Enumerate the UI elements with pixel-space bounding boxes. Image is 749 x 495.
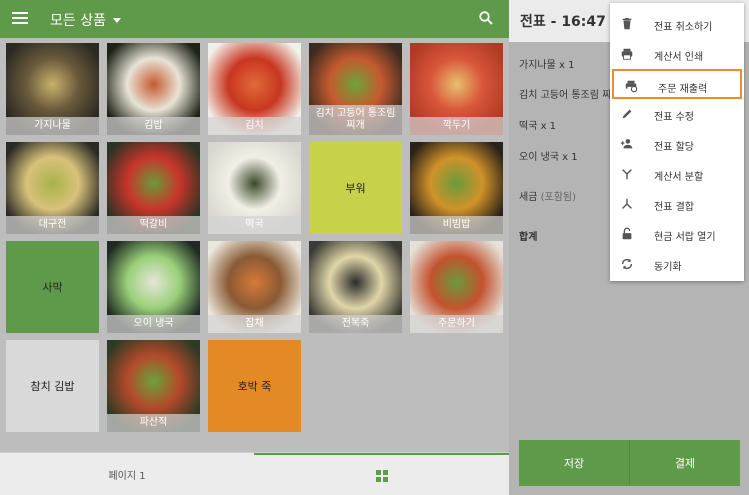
product-tile[interactable]: 호박 죽 — [208, 340, 301, 432]
product-tile-label: 주문하기 — [410, 315, 503, 333]
menu-item-label: 현금 서랍 열기 — [654, 232, 716, 243]
page-footer: 페이지 1 — [0, 452, 509, 495]
order-item[interactable]: 가지나물 x 1 — [519, 56, 574, 71]
category-label: 모든 상품 — [50, 13, 106, 29]
product-tile-label: 떡국 — [208, 216, 301, 234]
product-tile[interactable]: 깍두기 — [410, 43, 503, 135]
pencil-icon — [622, 109, 632, 119]
menu-item[interactable]: 전표 취소하기 — [610, 9, 744, 39]
save-button[interactable]: 저장 — [519, 440, 629, 486]
product-tile-label: 대구전 — [6, 216, 99, 234]
product-tile-label: 잡채 — [208, 315, 301, 333]
menu-item-label: 주문 재출력 — [658, 84, 708, 95]
menu-item[interactable]: 동기화 — [610, 249, 744, 279]
total-row: 합계 — [519, 228, 537, 243]
tab-page-1[interactable]: 페이지 1 — [0, 453, 254, 495]
menu-item[interactable]: 전표 할당 — [610, 129, 744, 159]
top-app-bar: 모든 상품 — [0, 0, 509, 38]
page-tab-label: 페이지 1 — [108, 471, 146, 482]
product-tile-label: 가지나물 — [6, 117, 99, 135]
assign-person-icon — [620, 139, 633, 149]
order-item[interactable]: 떡국 x 1 — [519, 117, 556, 132]
trash-icon — [622, 17, 632, 30]
product-tile-label: 부워 — [345, 182, 366, 195]
product-tile-label: 김치 — [208, 117, 301, 135]
tax-note: (포함됨) — [540, 192, 576, 203]
category-dropdown[interactable]: 모든 상품 — [50, 10, 121, 30]
order-item-label: 떡국 x 1 — [519, 121, 557, 132]
pay-button[interactable]: 결제 — [629, 440, 740, 486]
product-tile-label: 전복죽 — [309, 315, 402, 333]
menu-item[interactable]: 전표 수정 — [610, 99, 744, 129]
product-tile-label: 깍두기 — [410, 117, 503, 135]
split-icon — [622, 169, 632, 180]
total-label: 합계 — [519, 232, 538, 243]
menu-item-label: 동기화 — [654, 262, 682, 273]
product-tile-label: 참치 김밥 — [30, 380, 75, 393]
tax-label: 세금 — [519, 192, 538, 203]
chevron-down-icon — [112, 17, 121, 23]
product-tile-label: 사막 — [42, 281, 63, 294]
lock-open-icon — [622, 227, 632, 240]
product-tile[interactable]: 파산적 — [107, 340, 200, 432]
product-tile[interactable]: 전복죽 — [309, 241, 402, 333]
product-tile[interactable]: 잡채 — [208, 241, 301, 333]
product-tile[interactable]: 대구전 — [6, 142, 99, 234]
product-tile[interactable]: 가지나물 — [6, 43, 99, 135]
sync-icon — [621, 258, 633, 270]
order-item-label: 오이 냉국 x 1 — [519, 152, 578, 163]
tab-grid-view[interactable] — [254, 453, 509, 495]
menu-item-label: 계산서 분할 — [654, 172, 704, 183]
product-panel: 모든 상품 가지나물 김밥 김치 김치 고등어 통조림 찌개 깍두기대구전 떡갈비 떡국 부워… — [0, 0, 509, 495]
tax-row: 세금 (포함됨) — [519, 188, 576, 203]
menu-item[interactable]: 계산서 인쇄 — [610, 39, 744, 69]
product-tile[interactable]: 참치 김밥 — [6, 340, 99, 432]
action-buttons: 저장 결제 — [519, 440, 740, 486]
grid-view-icon — [375, 469, 388, 482]
product-tile-label: 오이 냉국 — [107, 315, 200, 333]
order-item-label: 가지나물 x 1 — [519, 60, 575, 71]
menu-item[interactable]: 전표 결합 — [610, 189, 744, 219]
menu-item-label: 전표 수정 — [654, 112, 694, 123]
product-tile[interactable]: 떡갈비 — [107, 142, 200, 234]
product-tile-label: 떡갈비 — [107, 216, 200, 234]
order-item[interactable]: 오이 냉국 x 1 — [519, 148, 578, 163]
printer-icon — [621, 48, 633, 60]
product-tile[interactable]: 김치 — [208, 43, 301, 135]
product-tile[interactable]: 주문하기 — [410, 241, 503, 333]
product-tile[interactable]: 김밥 — [107, 43, 200, 135]
product-tile-label: 파산적 — [107, 414, 200, 432]
product-tile[interactable]: 사막 — [6, 241, 99, 333]
product-tile[interactable]: 김치 고등어 통조림 찌개 — [309, 43, 402, 135]
menu-item-label: 전표 취소하기 — [654, 22, 713, 33]
menu-item[interactable]: 현금 서랍 열기 — [610, 219, 744, 249]
menu-item[interactable]: 주문 재출력 — [612, 69, 742, 99]
product-tile[interactable]: 오이 냉국 — [107, 241, 200, 333]
product-tile-label: 김밥 — [107, 117, 200, 135]
menu-item-label: 전표 할당 — [654, 142, 694, 153]
search-icon[interactable] — [478, 10, 494, 26]
menu-item-label: 계산서 인쇄 — [654, 52, 704, 63]
menu-item-label: 전표 결합 — [654, 202, 694, 213]
product-tile-label: 호박 죽 — [237, 380, 272, 393]
product-tile-label: 김치 고등어 통조림 찌개 — [309, 105, 402, 135]
menu-item[interactable]: 계산서 분할 — [610, 159, 744, 189]
product-tile[interactable]: 비빔밥 — [410, 142, 503, 234]
reprint-icon — [625, 80, 638, 93]
menu-icon[interactable] — [12, 12, 28, 24]
product-tile[interactable]: 부워 — [309, 142, 402, 234]
merge-icon — [622, 198, 632, 209]
product-tile-label: 비빔밥 — [410, 216, 503, 234]
ticket-title-text: 전표 - 16:47 — [520, 14, 606, 30]
product-tile[interactable]: 떡국 — [208, 142, 301, 234]
ticket-overflow-menu: 전표 취소하기계산서 인쇄주문 재출력전표 수정전표 할당계산서 분할전표 결합… — [610, 3, 744, 281]
